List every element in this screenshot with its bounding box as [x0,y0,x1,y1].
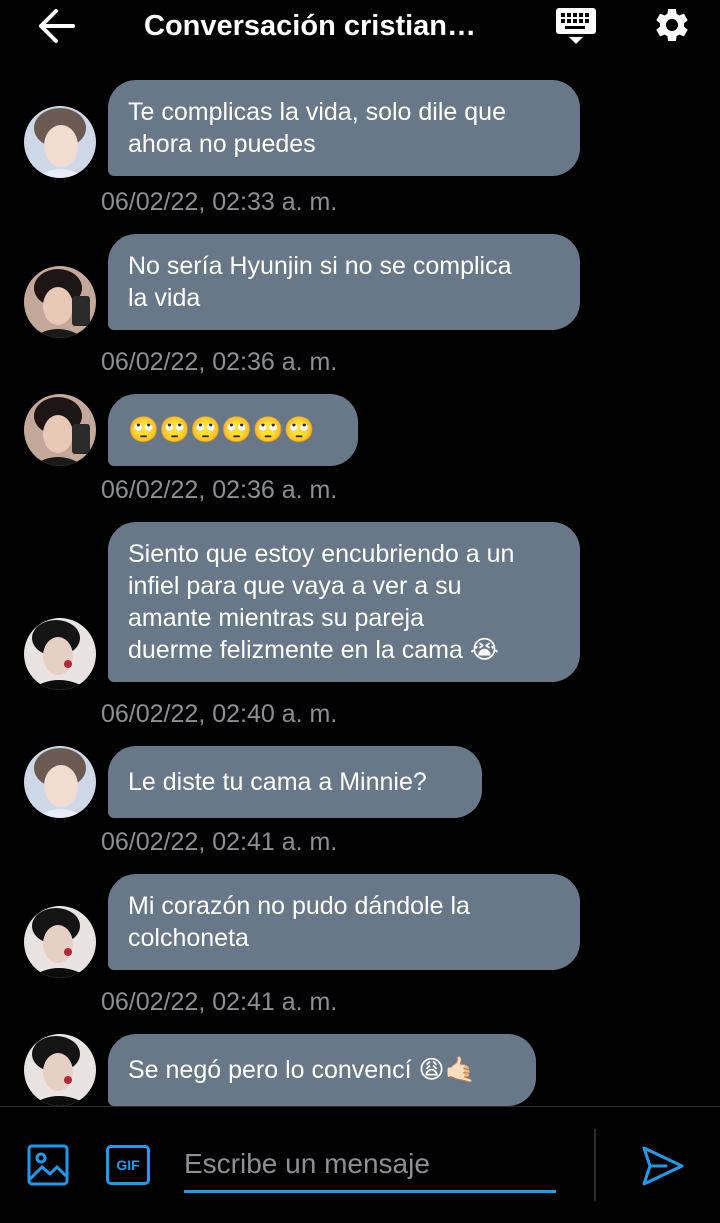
avatar-dark-hair-image [24,266,96,338]
image-button[interactable] [26,1143,70,1187]
avatar-light-image [24,106,96,178]
send-icon [642,1146,684,1186]
avatar-black-image [24,618,96,690]
avatar[interactable] [24,394,96,466]
message-line: ahora no puedes [128,130,316,158]
message-bubble[interactable]: Se negó pero lo convencí 😩🤙🏻 [108,1034,536,1106]
message-line: Siento que estoy encubriendo a un [128,540,515,568]
message-bubble[interactable]: No sería Hyunjin si no se complica la vi… [108,234,580,330]
arrow-left-icon [39,9,75,43]
avatar[interactable] [24,906,96,978]
message-line: infiel para que vaya a ver a su [128,572,462,600]
message-timestamp: 06/02/22, 02:33 a. m. [101,188,338,216]
message-line: duerme felizmente en la cama 😭 [128,636,500,664]
keyboard-button[interactable] [550,0,602,50]
avatar[interactable] [24,618,96,690]
gear-icon [656,8,688,41]
image-icon [27,1144,69,1186]
avatar-dark-hair-image [24,394,96,466]
message-timestamp: 06/02/22, 02:36 a. m. [101,476,338,504]
conversation-title[interactable]: Conversación cristian… [144,6,494,46]
message-composer: GIF [0,1106,720,1223]
message-timestamp: 06/02/22, 02:41 a. m. [101,988,338,1016]
message-list[interactable]: Te complicas la vida, solo dile que ahor… [0,80,720,1106]
message-line: amante mientras su pareja [128,604,424,632]
avatar[interactable] [24,266,96,338]
avatar-black-image [24,906,96,978]
keyboard-icon [556,8,596,44]
back-button[interactable] [30,4,82,48]
avatar-light-image [24,746,96,818]
message-bubble[interactable]: Te complicas la vida, solo dile que ahor… [108,80,580,176]
message-bubble[interactable]: Mi corazón no pudo dándole la colchoneta [108,874,580,970]
message-line: la vida [128,284,201,312]
message-bubble[interactable]: Le diste tu cama a Minnie? [108,746,482,818]
message-line: No sería Hyunjin si no se complica [128,252,512,280]
message-line: colchoneta [128,924,249,952]
message-bubble[interactable]: Siento que estoy encubriendo a un infiel… [108,522,580,682]
message-line: 🙄🙄🙄🙄🙄🙄 [128,416,315,444]
avatar-black-image [24,1034,96,1106]
header-bar: Conversación cristian… [0,0,720,80]
message-input[interactable] [184,1137,556,1193]
send-button[interactable] [640,1143,686,1189]
message-bubble[interactable]: 🙄🙄🙄🙄🙄🙄 [108,394,358,466]
divider [594,1129,596,1201]
gif-button[interactable]: GIF [106,1145,150,1185]
settings-button[interactable] [646,0,698,50]
avatar[interactable] [24,746,96,818]
message-timestamp: 06/02/22, 02:40 a. m. [101,700,338,728]
message-line: Se negó pero lo convencí 😩🤙🏻 [128,1056,476,1084]
message-line: Mi corazón no pudo dándole la [128,892,470,920]
avatar[interactable] [24,106,96,178]
message-line: Te complicas la vida, solo dile que [128,98,506,126]
message-timestamp: 06/02/22, 02:41 a. m. [101,828,338,856]
message-timestamp: 06/02/22, 02:36 a. m. [101,348,338,376]
message-line: Le diste tu cama a Minnie? [128,768,427,796]
avatar[interactable] [24,1034,96,1106]
